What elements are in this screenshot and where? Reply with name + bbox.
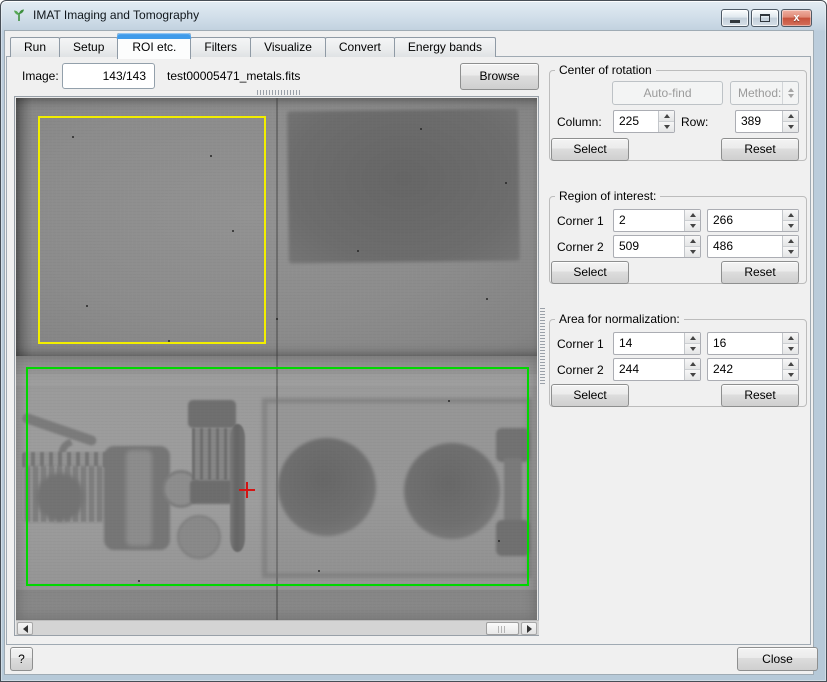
help-button[interactable]: ?	[10, 647, 33, 671]
close-button[interactable]: Close	[737, 647, 818, 671]
tab-convert[interactable]: Convert	[325, 37, 395, 57]
minimize-icon	[730, 20, 740, 23]
tab-setup[interactable]: Setup	[59, 37, 118, 57]
tab-run[interactable]: Run	[10, 37, 60, 57]
maximize-button[interactable]	[751, 9, 779, 27]
maximize-icon	[760, 14, 770, 22]
tab-content-pane	[6, 56, 811, 645]
app-icon	[11, 7, 27, 23]
tab-bar: Run Setup ROI etc. Filters Visualize Con…	[10, 37, 496, 57]
close-icon: x	[782, 11, 811, 25]
tab-energy-bands[interactable]: Energy bands	[394, 37, 496, 57]
application-window: IMAT Imaging and Tomography x Run Setup …	[0, 0, 827, 682]
window-title: IMAT Imaging and Tomography	[33, 8, 199, 22]
tab-label: ROI etc.	[132, 40, 176, 54]
active-tab-accent	[117, 33, 191, 39]
close-window-button[interactable]: x	[781, 9, 812, 27]
tab-filters[interactable]: Filters	[190, 37, 251, 57]
tab-visualize[interactable]: Visualize	[250, 37, 326, 57]
minimize-button[interactable]	[721, 9, 749, 27]
tab-roi-etc[interactable]: ROI etc.	[117, 33, 191, 59]
